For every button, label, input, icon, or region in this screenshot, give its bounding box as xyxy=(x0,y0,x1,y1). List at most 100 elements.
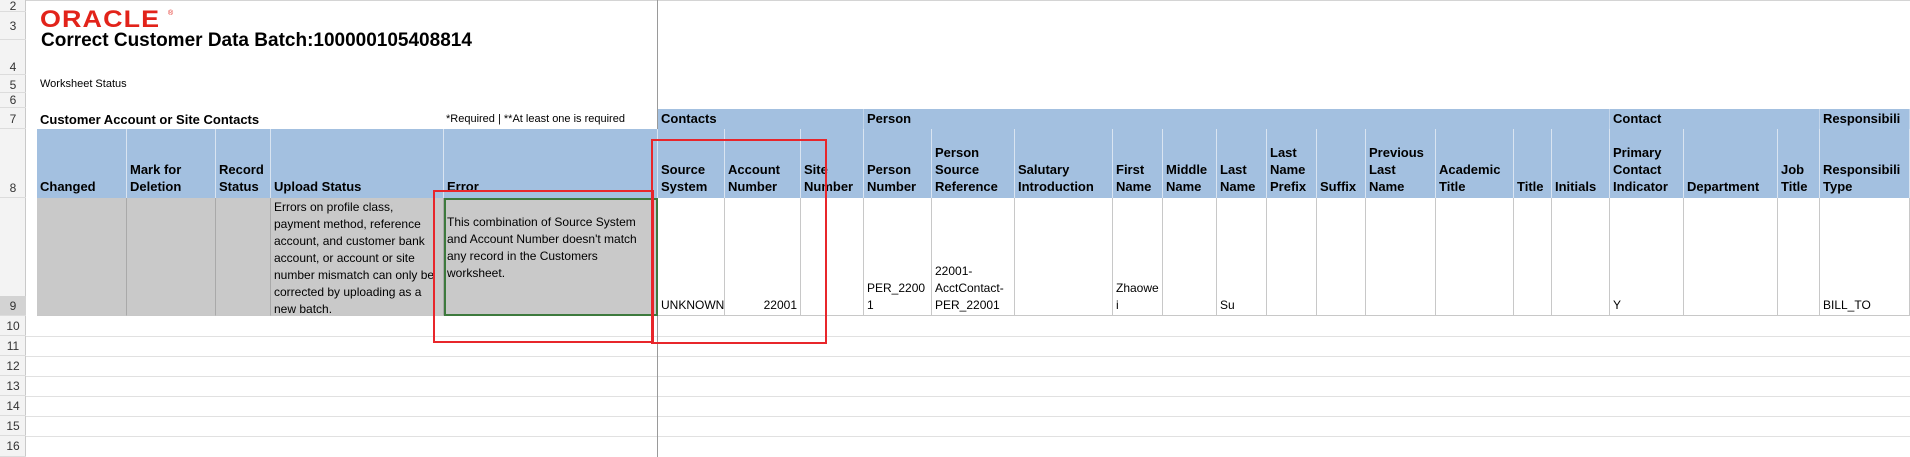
row-number[interactable]: 7 xyxy=(0,109,26,129)
cell-mark-for-deletion[interactable] xyxy=(127,198,216,316)
column-header-last-name[interactable]: Last Name xyxy=(1217,129,1267,198)
cell-changed[interactable] xyxy=(37,198,127,316)
row-number[interactable]: 15 xyxy=(0,416,26,436)
row-number[interactable]: 2 xyxy=(0,0,26,12)
column-header-label: Academic Title xyxy=(1439,162,1501,194)
cell-record-status[interactable] xyxy=(216,198,271,316)
column-header-label: Site Number xyxy=(804,162,854,194)
column-header-label: Responsibili Type xyxy=(1823,162,1901,194)
column-header-label: Person Number xyxy=(867,162,917,194)
cell-job-title[interactable] xyxy=(1778,198,1820,316)
column-header-label: Department xyxy=(1687,179,1760,194)
cell-upload-status[interactable]: Errors on profile class, payment method,… xyxy=(271,198,444,316)
column-header-job-title[interactable]: Job Title xyxy=(1778,129,1820,198)
column-header-responsibility-type[interactable]: Responsibili Type xyxy=(1820,129,1910,198)
top-gridline xyxy=(26,0,1910,1)
column-header-error[interactable]: Error xyxy=(444,129,658,198)
column-header-label: Person Source Reference xyxy=(935,145,998,194)
column-header-salutary-introduction[interactable]: Salutary Introduction xyxy=(1015,129,1113,198)
cell-first-name[interactable]: Zhaowei xyxy=(1113,198,1163,316)
column-header-label: Source System xyxy=(661,162,708,194)
column-header-label: Suffix xyxy=(1320,179,1357,194)
cell-account-number[interactable]: 22001 xyxy=(725,198,801,316)
column-header-person-number[interactable]: Person Number xyxy=(864,129,932,198)
column-header-label: Upload Status xyxy=(274,179,362,194)
gridline xyxy=(26,436,1910,437)
column-header-suffix[interactable]: Suffix xyxy=(1317,129,1366,198)
cell-person-source-reference[interactable]: 22001-AcctContact-PER_22001 xyxy=(932,198,1015,316)
required-note: *Required | **At least one is required xyxy=(446,113,625,125)
cell-primary-contact-indicator[interactable]: Y xyxy=(1610,198,1684,316)
column-header-department[interactable]: Department xyxy=(1684,129,1778,198)
column-header-label: Last Name Prefix xyxy=(1270,145,1307,194)
column-header-primary-contact-indicator[interactable]: Primary Contact Indicator xyxy=(1610,129,1684,198)
column-header-label: Changed xyxy=(40,179,96,194)
column-header-label: Account Number xyxy=(728,162,780,194)
row-number[interactable]: 12 xyxy=(0,356,26,376)
column-header-initials[interactable]: Initials xyxy=(1552,129,1610,198)
cell-salutary-introduction[interactable] xyxy=(1015,198,1113,316)
column-header-changed[interactable]: Changed xyxy=(37,129,127,198)
column-header-label: Title xyxy=(1517,179,1544,194)
cell-source-system[interactable]: UNKNOWN xyxy=(658,198,725,316)
gridline xyxy=(26,396,1910,397)
column-header-upload-status[interactable]: Upload Status xyxy=(271,129,444,198)
cell-middle-name[interactable] xyxy=(1163,198,1217,316)
column-header-middle-name[interactable]: Middle Name xyxy=(1163,129,1217,198)
cell-suffix[interactable] xyxy=(1317,198,1366,316)
column-header-label: Last Name xyxy=(1220,162,1256,194)
column-header-label: Initials xyxy=(1555,179,1597,194)
row-number[interactable]: 9 xyxy=(0,296,26,316)
group-header-contacts[interactable]: Contacts xyxy=(658,109,864,129)
column-header-last-name-prefix[interactable]: Last Name Prefix xyxy=(1267,129,1317,198)
column-header-label: Job Title xyxy=(1781,162,1808,194)
column-header-label: Error xyxy=(447,179,479,194)
cell-site-number[interactable] xyxy=(801,198,864,316)
row-number[interactable]: 10 xyxy=(0,316,26,336)
column-header-label: Record Status xyxy=(219,162,264,194)
row-number[interactable]: 8 xyxy=(0,178,26,198)
column-header-label: Mark for Deletion xyxy=(130,162,182,194)
cell-person-number[interactable]: PER_22001 xyxy=(864,198,932,316)
group-header-person[interactable]: Person xyxy=(864,109,1610,129)
row-number[interactable]: 3 xyxy=(0,12,26,40)
gridline xyxy=(26,356,1910,357)
row-number[interactable]: 6 xyxy=(0,90,26,108)
cell-previous-last-name[interactable] xyxy=(1366,198,1436,316)
column-header-academic-title[interactable]: Academic Title xyxy=(1436,129,1514,198)
column-header-mark-for-deletion[interactable]: Mark for Deletion xyxy=(127,129,216,198)
cell-department[interactable] xyxy=(1684,198,1778,316)
column-header-record-status[interactable]: Record Status xyxy=(216,129,271,198)
column-header-label: Previous Last Name xyxy=(1369,145,1424,194)
cell-initials[interactable] xyxy=(1552,198,1610,316)
row-header-column: 2 3 4 5 6 7 8 9 10 11 12 13 14 15 16 xyxy=(0,0,26,457)
gridline xyxy=(26,376,1910,377)
column-header-label: Primary Contact Indicator xyxy=(1613,145,1668,194)
row-number[interactable]: 16 xyxy=(0,436,26,457)
column-header-label: Middle Name xyxy=(1166,162,1208,194)
oracle-logo-trademark: ® xyxy=(168,10,174,17)
cell-responsibility-type[interactable]: BILL_TO xyxy=(1820,198,1910,316)
column-header-previous-last-name[interactable]: Previous Last Name xyxy=(1366,129,1436,198)
row-number[interactable]: 11 xyxy=(0,336,26,356)
cell-error[interactable]: This combination of Source System and Ac… xyxy=(444,198,658,316)
row-number[interactable]: 13 xyxy=(0,376,26,396)
group-header-responsibility[interactable]: Responsibili xyxy=(1820,109,1910,129)
group-header-contact[interactable]: Contact xyxy=(1610,109,1820,129)
row-number[interactable]: 14 xyxy=(0,396,26,416)
column-header-title[interactable]: Title xyxy=(1514,129,1552,198)
column-header-label: Salutary Introduction xyxy=(1018,162,1094,194)
gridline xyxy=(26,416,1910,417)
column-header-site-number[interactable]: Site Number xyxy=(801,129,864,198)
column-header-person-source-reference[interactable]: Person Source Reference xyxy=(932,129,1015,198)
cell-last-name-prefix[interactable] xyxy=(1267,198,1317,316)
cell-last-name[interactable]: Su xyxy=(1217,198,1267,316)
cell-title[interactable] xyxy=(1514,198,1552,316)
row-number[interactable]: 4 xyxy=(0,57,26,75)
cell-academic-title[interactable] xyxy=(1436,198,1514,316)
page-title: Correct Customer Data Batch:100000105408… xyxy=(41,30,472,51)
column-header-first-name[interactable]: First Name xyxy=(1113,129,1163,198)
column-header-account-number[interactable]: Account Number xyxy=(725,129,801,198)
gridline xyxy=(26,336,1910,337)
column-header-source-system[interactable]: Source System xyxy=(658,129,725,198)
